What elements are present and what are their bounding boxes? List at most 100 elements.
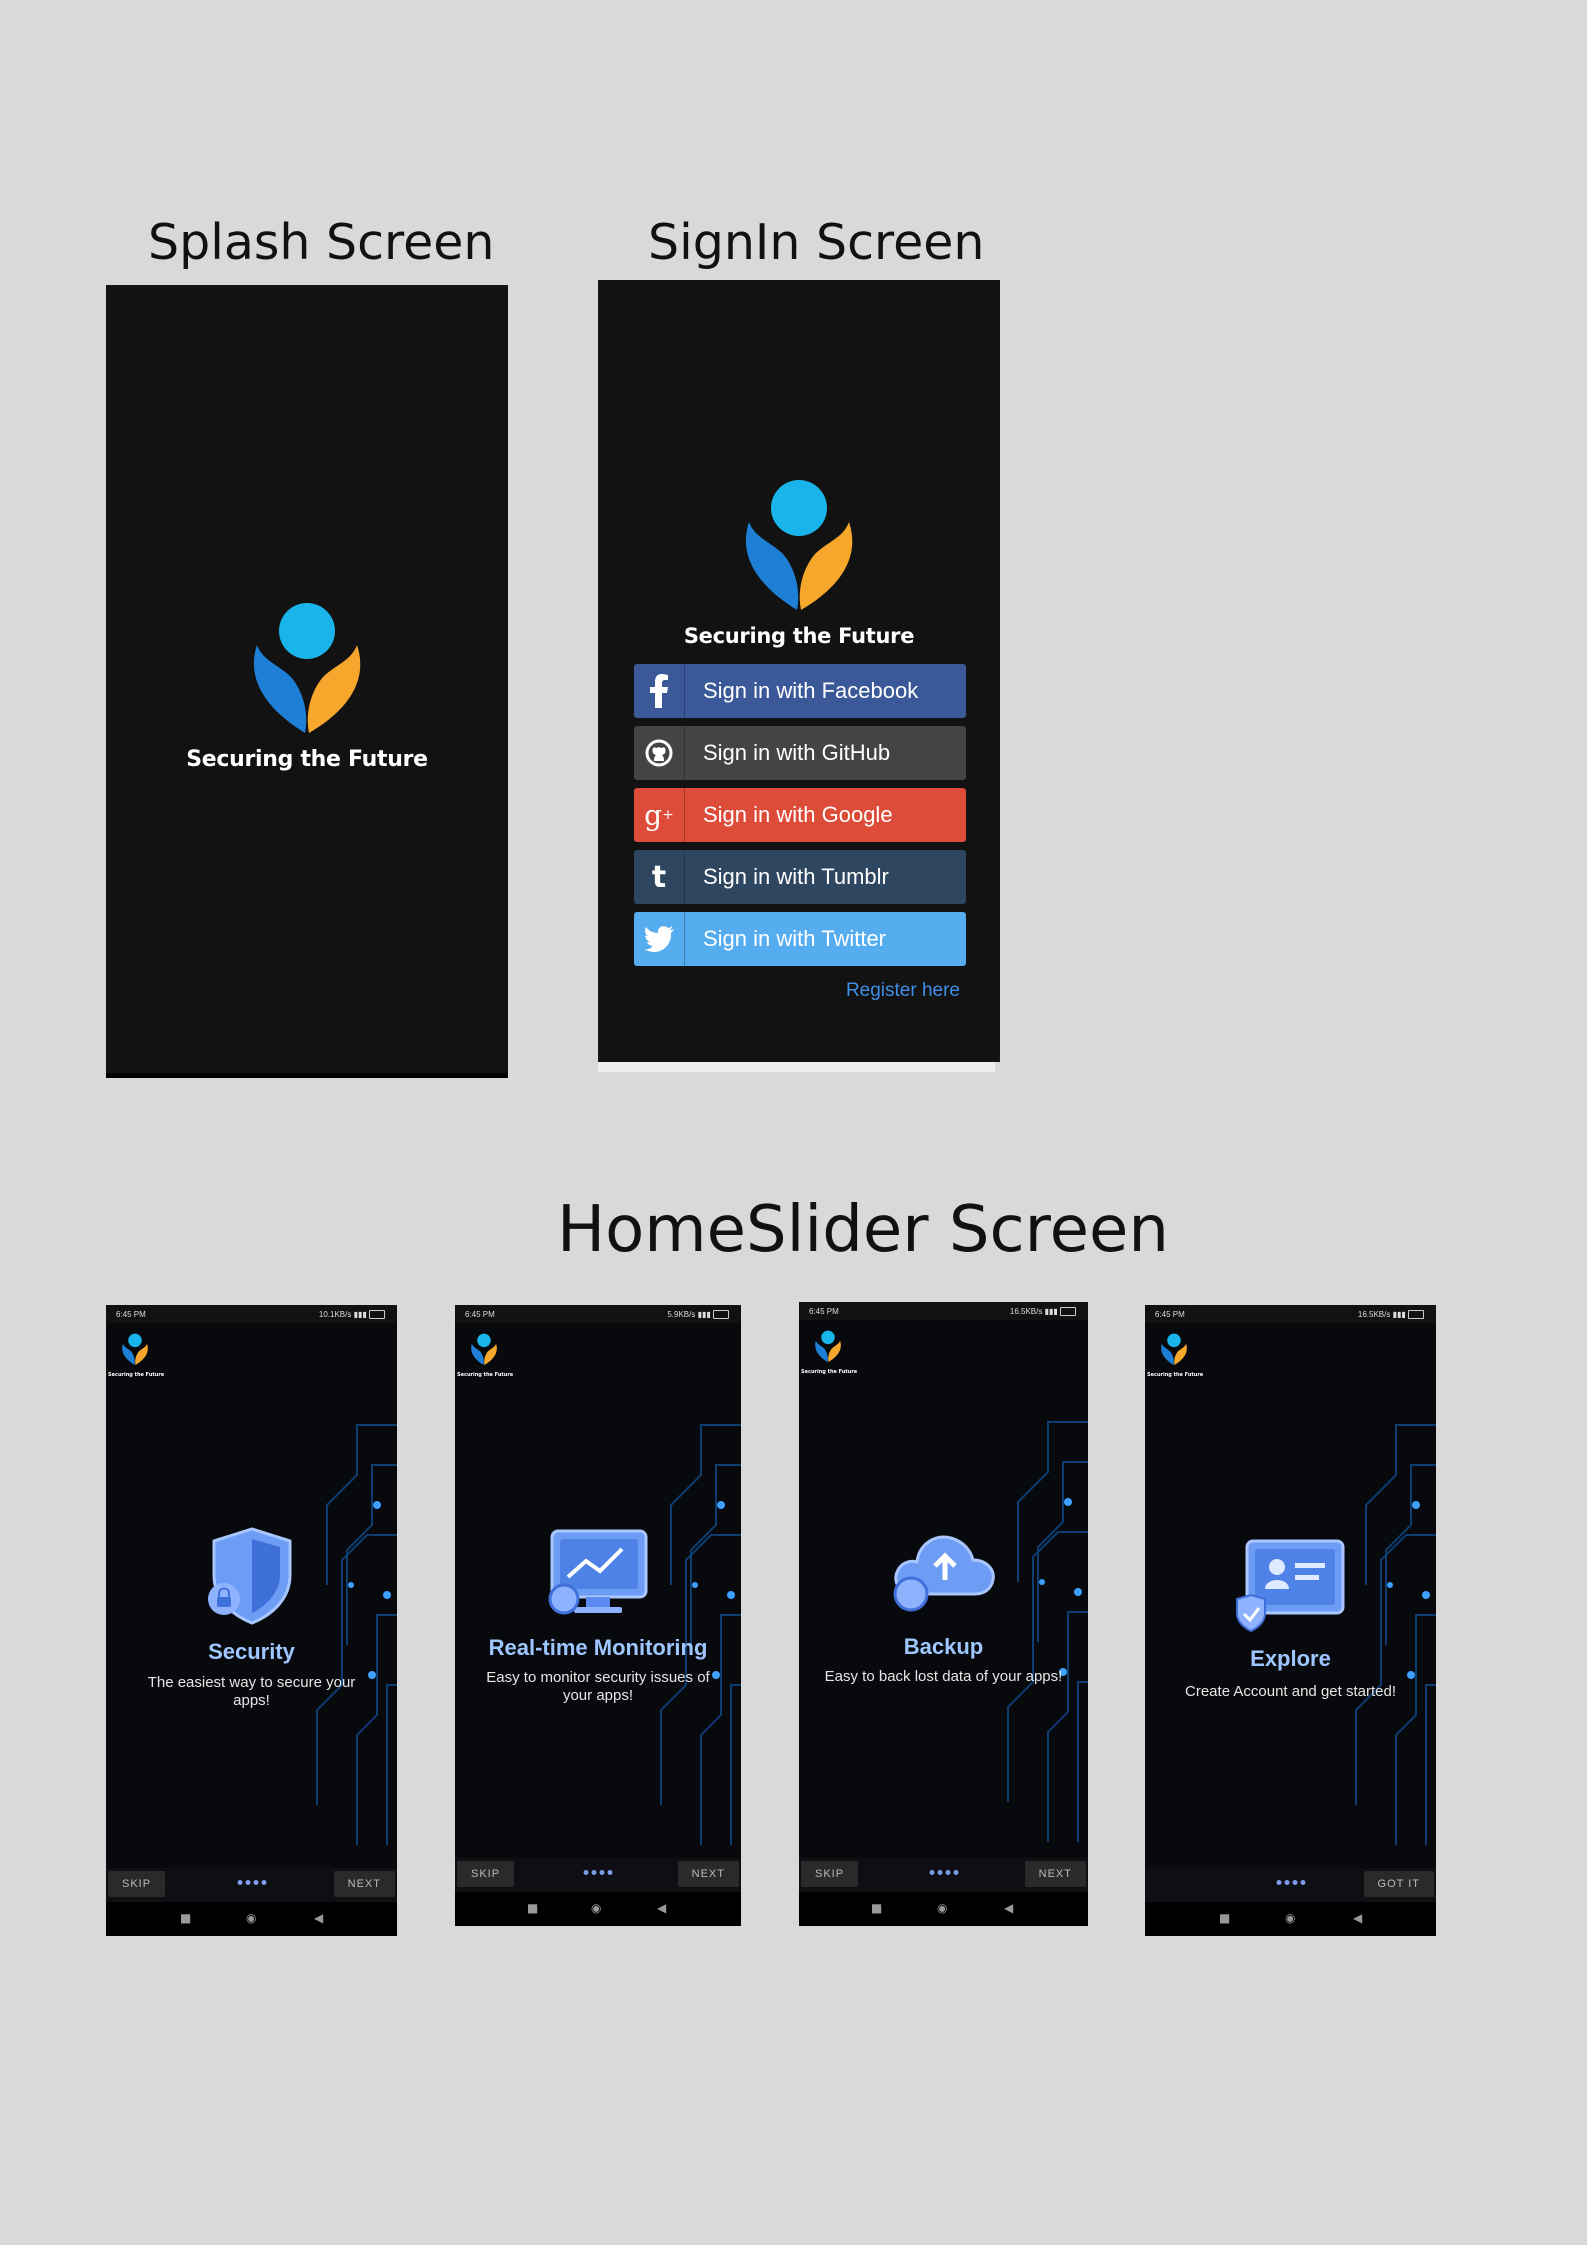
status-bar: 6:45 PM 16.5KB/s ▮▮▮ [799,1302,1088,1320]
slide-description: Create Account and get started! [1185,1683,1396,1700]
network-speed: 16.5KB/s [1357,1310,1391,1319]
status-bar: 6:45 PM 16.5KB/s ▮▮▮ [1145,1305,1436,1323]
monitor-chart-icon [548,1529,648,1615]
back-icon[interactable]: ◀ [657,1901,666,1915]
register-link[interactable]: Register here [846,980,960,1002]
status-indicators: 16.5KB/s ▮▮▮ [1357,1310,1424,1320]
splash-section-title: Splash Screen [148,214,495,271]
recent-apps-icon[interactable]: ■ [527,1901,538,1915]
tumblr-signin-label: Sign in with Tumblr [703,864,889,889]
signin-section-title: SignIn Screen [648,214,985,271]
system-nav-bar: ■ ◉ ◀ [1145,1902,1436,1936]
next-button[interactable]: NEXT [1024,1861,1086,1887]
cloud-upload-icon [893,1535,995,1612]
brand-logo-icon [745,480,853,610]
homeslider-section-title: HomeSlider Screen [557,1193,1169,1267]
logo-text: Securing the Future [186,747,428,772]
back-icon[interactable]: ◀ [1004,1901,1013,1915]
slide-illustration [455,1527,741,1619]
next-button[interactable]: NEXT [677,1861,739,1887]
id-card-shield-icon [1235,1539,1344,1633]
signin-phone-bottom-strip [598,1062,995,1072]
network-speed: 10.1KB/s [318,1310,352,1319]
status-bar: 6:45 PM 5.9KB/s ▮▮▮ [455,1305,741,1323]
shield-lock-icon [207,1527,291,1625]
status-time: 6:45 PM [116,1310,146,1319]
slide-title: Explore [1250,1646,1331,1671]
page-indicator [929,1870,958,1875]
mini-logo-text: Securing the Future [108,1372,165,1378]
twitter-signin-button[interactable]: Sign in with Twitter [634,912,966,966]
status-indicators: 16.5KB/s ▮▮▮ [1009,1307,1076,1317]
skip-button[interactable]: SKIP [108,1871,166,1897]
network-speed: 5.9KB/s [667,1310,696,1319]
slide-title: Backup [903,1634,984,1659]
mini-brand-logo: Securing the Future [108,1333,165,1378]
brand-logo-icon [1161,1333,1187,1365]
mini-brand-logo: Securing the Future [801,1330,858,1375]
mini-logo-text: Securing the Future [1147,1372,1204,1378]
mini-brand-logo: Securing the Future [1147,1333,1204,1378]
slider-bottom-bar: GOT IT [1145,1868,1436,1902]
battery-icon [369,1310,385,1320]
page-indicator [237,1880,266,1885]
signin-logo: Securing the Future [598,478,1000,648]
skip-button[interactable]: SKIP [457,1861,515,1887]
home-icon[interactable]: ◉ [591,1901,601,1915]
slide-description: The easiest way to secure your apps! [147,1674,356,1709]
slider-bottom-bar: SKIP NEXT [106,1868,397,1902]
slider-phone-security: 6:45 PM 10.1KB/s ▮▮▮ Securing the Future… [106,1305,397,1936]
battery-icon [1408,1310,1424,1320]
google-signin-label: Sign in with Google [703,802,893,827]
home-icon[interactable]: ◉ [937,1901,947,1915]
mini-logo-text: Securing the Future [457,1372,514,1378]
status-time: 6:45 PM [809,1307,839,1316]
slide-title: Security [208,1639,295,1664]
back-icon[interactable]: ◀ [1353,1911,1362,1925]
logo-text: Securing the Future [683,624,915,648]
github-signin-label: Sign in with GitHub [703,740,891,765]
page-indicator [1276,1880,1305,1885]
got-it-button[interactable]: GOT IT [1363,1871,1434,1897]
tumblr-icon: t [634,850,685,904]
home-icon[interactable]: ◉ [1285,1911,1295,1925]
facebook-signin-button[interactable]: Sign in with Facebook [634,664,966,718]
next-button[interactable]: NEXT [333,1871,395,1897]
slide-illustration [799,1528,1088,1616]
status-time: 6:45 PM [465,1310,495,1319]
battery-icon [713,1310,729,1320]
skip-button[interactable]: SKIP [801,1861,859,1887]
network-speed: 16.5KB/s [1009,1307,1043,1316]
system-nav-bar: ■ ◉ ◀ [799,1892,1088,1926]
splash-logo: Securing the Future [106,601,508,772]
slide-description: Easy to monitor security issues of your … [486,1669,710,1704]
mini-logo-text: Securing the Future [801,1369,858,1375]
slider-phone-explore: 6:45 PM 16.5KB/s ▮▮▮ Securing the Future… [1145,1305,1436,1936]
home-icon[interactable]: ◉ [246,1911,256,1925]
tumblr-signin-button[interactable]: t Sign in with Tumblr [634,850,966,904]
facebook-icon [634,664,685,718]
brand-logo-icon [122,1333,148,1365]
recent-apps-icon[interactable]: ■ [180,1911,191,1925]
status-indicators: 10.1KB/s ▮▮▮ [318,1310,385,1320]
google-signin-button[interactable]: g + Sign in with Google [634,788,966,842]
twitter-signin-label: Sign in with Twitter [703,926,887,951]
status-time: 6:45 PM [1155,1310,1185,1319]
google-plus-icon: g + [634,788,685,842]
system-nav-bar: ■ ◉ ◀ [106,1902,397,1936]
github-icon [634,726,685,780]
github-signin-button[interactable]: Sign in with GitHub [634,726,966,780]
status-bar: 6:45 PM 10.1KB/s ▮▮▮ [106,1305,397,1323]
slider-phone-backup: 6:45 PM 16.5KB/s ▮▮▮ Securing the Future… [799,1302,1088,1926]
back-icon[interactable]: ◀ [314,1911,323,1925]
splash-phone: Securing the Future [106,285,508,1078]
recent-apps-icon[interactable]: ■ [871,1901,882,1915]
system-nav-bar: ■ ◉ ◀ [455,1892,741,1926]
slide-illustration [1145,1537,1436,1633]
slider-bottom-bar: SKIP NEXT [455,1858,741,1892]
slider-bottom-bar: SKIP NEXT [799,1858,1088,1892]
brand-logo-icon [471,1333,497,1365]
slide-description: Easy to back lost data of your apps! [824,1668,1063,1685]
recent-apps-icon[interactable]: ■ [1219,1911,1230,1925]
facebook-signin-label: Sign in with Facebook [703,678,919,703]
